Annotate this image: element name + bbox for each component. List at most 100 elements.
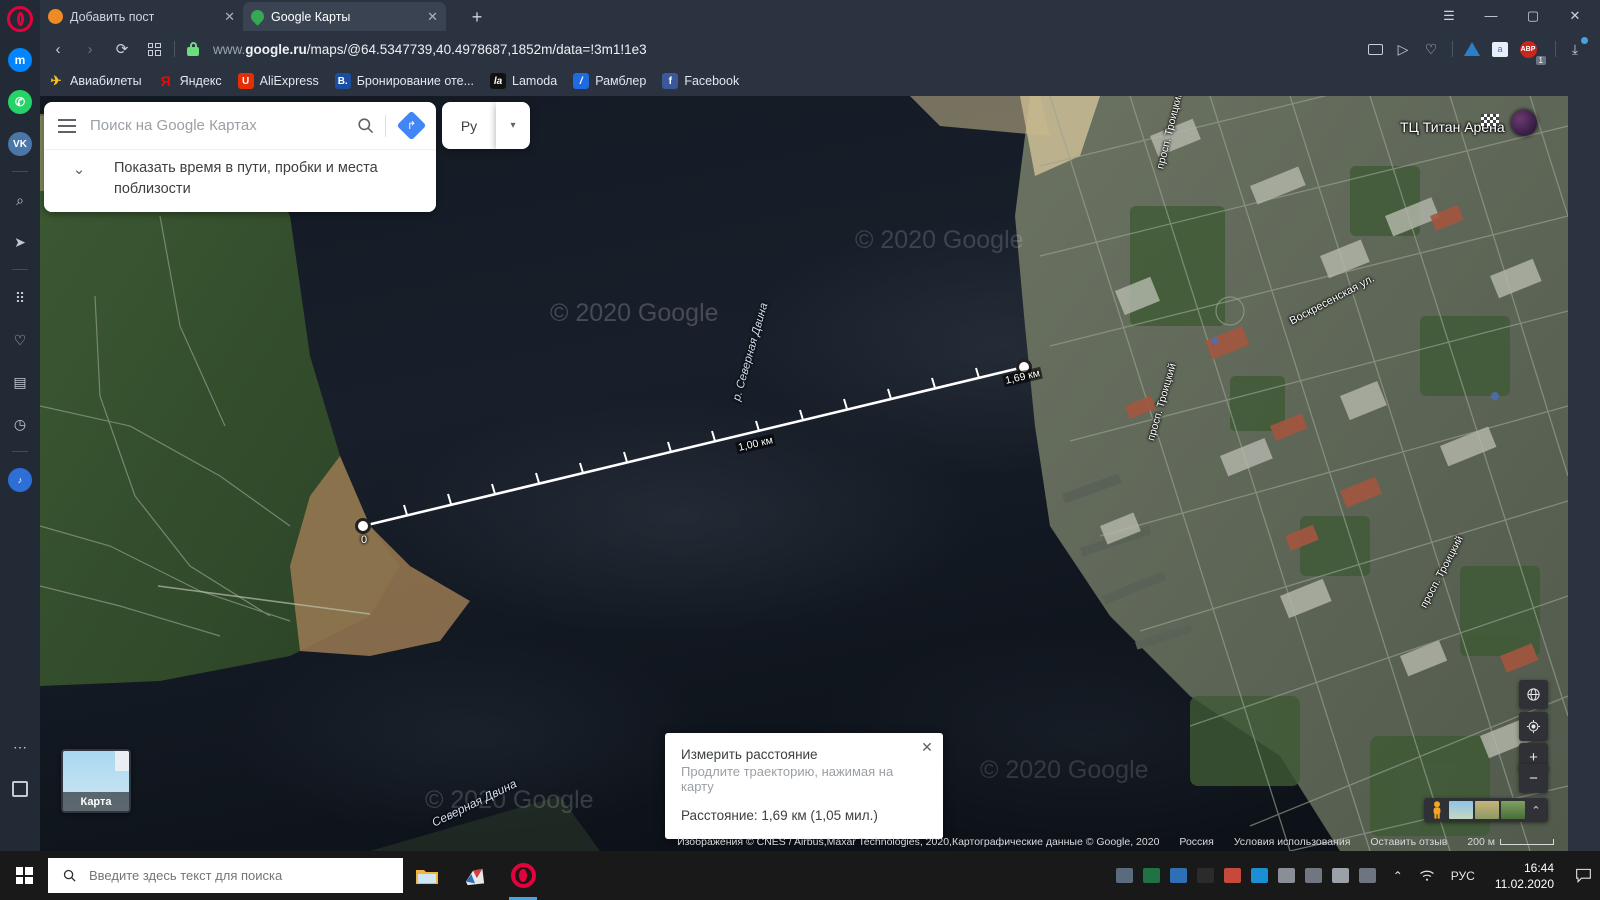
zoom-out-button[interactable]: − bbox=[1519, 764, 1548, 793]
opera-sidebar: m ✆ VK ⌕ ➤ ⠿ ♡ ▤ ◷ ♪ ⋯ bbox=[0, 0, 40, 851]
imagery-thumbnail[interactable] bbox=[1449, 801, 1473, 819]
attribution-feedback[interactable]: Оставить отзыв bbox=[1370, 836, 1447, 848]
imagery-thumbnail[interactable] bbox=[1501, 801, 1525, 819]
taskbar-search-input[interactable] bbox=[89, 868, 403, 883]
maximize-button[interactable]: ▢ bbox=[1512, 0, 1554, 31]
hamburger-menu-icon[interactable] bbox=[44, 102, 90, 149]
sidebar-settings-icon[interactable]: ⋯ bbox=[6, 733, 34, 761]
tray-icon-music[interactable] bbox=[1196, 868, 1214, 883]
photo-editor-icon[interactable] bbox=[451, 851, 499, 900]
taskbar-search-box[interactable] bbox=[48, 858, 403, 893]
news-icon[interactable]: ▤ bbox=[6, 368, 34, 396]
locate-me-button[interactable] bbox=[1519, 712, 1548, 741]
tab-label: Добавить пост bbox=[70, 9, 155, 24]
expand-imagery-icon[interactable]: ⌃ bbox=[1526, 804, 1546, 817]
tray-icon-skype[interactable] bbox=[1250, 868, 1268, 883]
tab-close-icon[interactable]: ✕ bbox=[417, 9, 438, 25]
map-attribution-bar: Изображения © CNES / Airbus,Maxar Techno… bbox=[40, 833, 1568, 851]
tray-icon-store[interactable] bbox=[1223, 868, 1241, 883]
scale-label: 200 м bbox=[1467, 836, 1495, 848]
imagery-thumbnail[interactable] bbox=[1475, 801, 1499, 819]
file-explorer-icon[interactable] bbox=[403, 851, 451, 900]
bookmark-aviabilety[interactable]: ✈ Авиабилеты bbox=[48, 73, 142, 89]
map-layer-button[interactable]: Карта bbox=[61, 749, 131, 813]
pegman-icon[interactable] bbox=[1426, 799, 1448, 821]
vk-icon[interactable]: VK bbox=[6, 130, 34, 158]
bookmark-rambler[interactable]: / Рамблер bbox=[573, 73, 646, 89]
search-icon[interactable]: ⌕ bbox=[6, 186, 34, 214]
directions-button[interactable]: ↱ bbox=[386, 110, 436, 141]
reload-button[interactable]: ⟳ bbox=[108, 35, 136, 63]
crypto-wallet-icon[interactable] bbox=[1459, 36, 1485, 62]
player-icon[interactable]: ♪ bbox=[6, 466, 34, 494]
new-tab-button[interactable]: + bbox=[465, 5, 489, 29]
toolbar-divider bbox=[1555, 41, 1556, 57]
globe-view-button[interactable] bbox=[1519, 680, 1548, 709]
windows-start-icon[interactable] bbox=[0, 851, 48, 900]
bookmarks-bar: ✈ Авиабилеты Я Яндекс U AliExpress B. Бр… bbox=[40, 67, 1600, 95]
measure-distance-value: Расстояние: 1,69 км (1,05 мил.) bbox=[681, 808, 878, 823]
attribution-terms[interactable]: Условия использования bbox=[1234, 836, 1351, 848]
tray-icon-printer[interactable] bbox=[1304, 868, 1322, 883]
tray-icon-archive[interactable] bbox=[1358, 868, 1376, 883]
language-selector[interactable]: Ру bbox=[442, 102, 496, 149]
snapshot-icon[interactable] bbox=[1362, 36, 1388, 62]
favorites-icon[interactable]: ♡ bbox=[6, 326, 34, 354]
language-indicator[interactable]: РУС bbox=[1443, 869, 1483, 883]
tab-google-karty[interactable]: Google Карты ✕ bbox=[243, 2, 446, 31]
heart-icon[interactable]: ♡ bbox=[1418, 36, 1444, 62]
send-icon[interactable]: ▷ bbox=[1390, 36, 1416, 62]
translate-icon[interactable]: a bbox=[1487, 36, 1513, 62]
tray-icon-tool[interactable] bbox=[1277, 868, 1295, 883]
forward-button[interactable]: › bbox=[76, 35, 104, 63]
sidebar-divider bbox=[12, 171, 28, 172]
tab-label: Google Карты bbox=[271, 9, 351, 24]
tab-dobavit-post[interactable]: Добавить пост ✕ bbox=[40, 2, 243, 31]
close-icon[interactable]: ✕ bbox=[917, 737, 937, 757]
history-icon[interactable]: ◷ bbox=[6, 410, 34, 438]
minimize-button[interactable]: — bbox=[1470, 0, 1512, 31]
tray-icon-app[interactable] bbox=[1115, 868, 1133, 883]
shopping-mall-marker-icon[interactable] bbox=[1511, 110, 1537, 136]
language-caret-icon[interactable]: ▾ bbox=[496, 102, 530, 149]
close-window-button[interactable]: ✕ bbox=[1554, 0, 1596, 31]
tab-close-icon[interactable]: ✕ bbox=[214, 9, 235, 25]
taskbar-clock[interactable]: 16:44 11.02.2020 bbox=[1483, 860, 1566, 892]
search-icon bbox=[63, 869, 76, 882]
download-icon[interactable]: ⤓ bbox=[1562, 36, 1588, 62]
bookmark-booking[interactable]: B. Бронирование оте... bbox=[334, 73, 474, 89]
search-input[interactable] bbox=[90, 117, 345, 134]
traffic-suggestion-row[interactable]: ⌄ Показать время в пути, пробки и места … bbox=[44, 149, 436, 212]
extensions-icon[interactable]: ⠿ bbox=[6, 284, 34, 312]
opera-icon[interactable] bbox=[499, 851, 547, 900]
lock-icon[interactable] bbox=[187, 42, 199, 56]
whatsapp-icon[interactable]: ✆ bbox=[6, 88, 34, 116]
window-menu-button[interactable]: ☰ bbox=[1428, 0, 1470, 31]
tray-icon-download[interactable] bbox=[1169, 868, 1187, 883]
notification-icon[interactable] bbox=[1566, 851, 1600, 900]
chevron-down-icon[interactable]: ⌄ bbox=[44, 158, 114, 178]
bookmark-label: Яндекс bbox=[179, 74, 222, 88]
opera-logo-icon[interactable] bbox=[7, 6, 33, 32]
bookmark-yandex[interactable]: Я Яндекс bbox=[158, 73, 222, 89]
messenger-icon[interactable]: m bbox=[6, 46, 34, 74]
tray-icon-battery[interactable] bbox=[1331, 868, 1349, 883]
tray-icon-excel[interactable] bbox=[1142, 868, 1160, 883]
bookmark-lamoda[interactable]: la Lamoda bbox=[490, 73, 557, 89]
url-bar[interactable]: www.google.ru/maps/@64.5347739,40.497868… bbox=[187, 35, 1356, 63]
speed-dial-icon[interactable] bbox=[140, 35, 168, 63]
search-icon[interactable] bbox=[345, 116, 385, 135]
workspace-icon[interactable] bbox=[6, 775, 34, 803]
layer-corner-fold bbox=[115, 751, 129, 771]
bookmark-aliexpress[interactable]: U AliExpress bbox=[237, 73, 319, 89]
google-maps-viewport[interactable]: © 2020 Google © 2020 Google © 2020 Googl… bbox=[40, 96, 1568, 851]
back-button[interactable]: ‹ bbox=[44, 35, 72, 63]
tray-expand-icon[interactable]: ⌃ bbox=[1385, 869, 1411, 883]
measure-subtitle: Продлите траекторию, нажимая на карту bbox=[681, 764, 894, 794]
wifi-icon[interactable] bbox=[1411, 869, 1443, 882]
bookmark-facebook[interactable]: f Facebook bbox=[662, 73, 739, 89]
telegram-icon[interactable]: ➤ bbox=[6, 228, 34, 256]
clock-date: 11.02.2020 bbox=[1494, 876, 1554, 891]
adblock-icon[interactable]: ABP 1 bbox=[1515, 36, 1546, 65]
facebook-icon: f bbox=[662, 73, 679, 89]
